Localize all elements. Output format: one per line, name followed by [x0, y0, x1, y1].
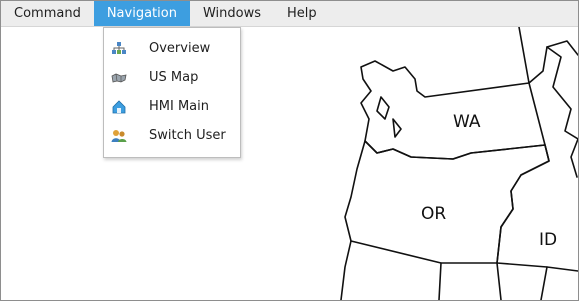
menu-navigation[interactable]: Navigation — [93, 1, 190, 26]
overview-icon — [110, 40, 128, 58]
menu-item-label: HMI Main — [149, 99, 209, 114]
menu-bar: Command Navigation Windows Help — [1, 1, 578, 27]
menu-item-us-map[interactable]: US Map — [104, 63, 240, 92]
menu-item-overview[interactable]: Overview — [104, 34, 240, 63]
menu-command[interactable]: Command — [1, 1, 94, 26]
menu-help[interactable]: Help — [274, 1, 330, 26]
app-window: WA OR ID Command Navigation Windows Help… — [0, 0, 579, 301]
menu-windows[interactable]: Windows — [190, 1, 274, 26]
menu-item-switch-user[interactable]: Switch User — [104, 121, 240, 150]
menu-item-label: US Map — [149, 70, 199, 85]
state-label-id: ID — [539, 230, 557, 250]
switch-user-icon — [110, 127, 128, 145]
menu-item-label: Overview — [149, 41, 211, 56]
state-label-or: OR — [421, 204, 446, 224]
navigation-dropdown: Overview US Map HMI Main Switch User — [103, 27, 241, 158]
state-labels-layer: WA OR ID — [421, 112, 557, 250]
us-map-icon — [110, 69, 128, 87]
state-label-wa: WA — [453, 112, 481, 132]
hmi-main-icon — [110, 98, 128, 116]
menu-item-label: Switch User — [149, 128, 226, 143]
menu-item-hmi-main[interactable]: HMI Main — [104, 92, 240, 121]
